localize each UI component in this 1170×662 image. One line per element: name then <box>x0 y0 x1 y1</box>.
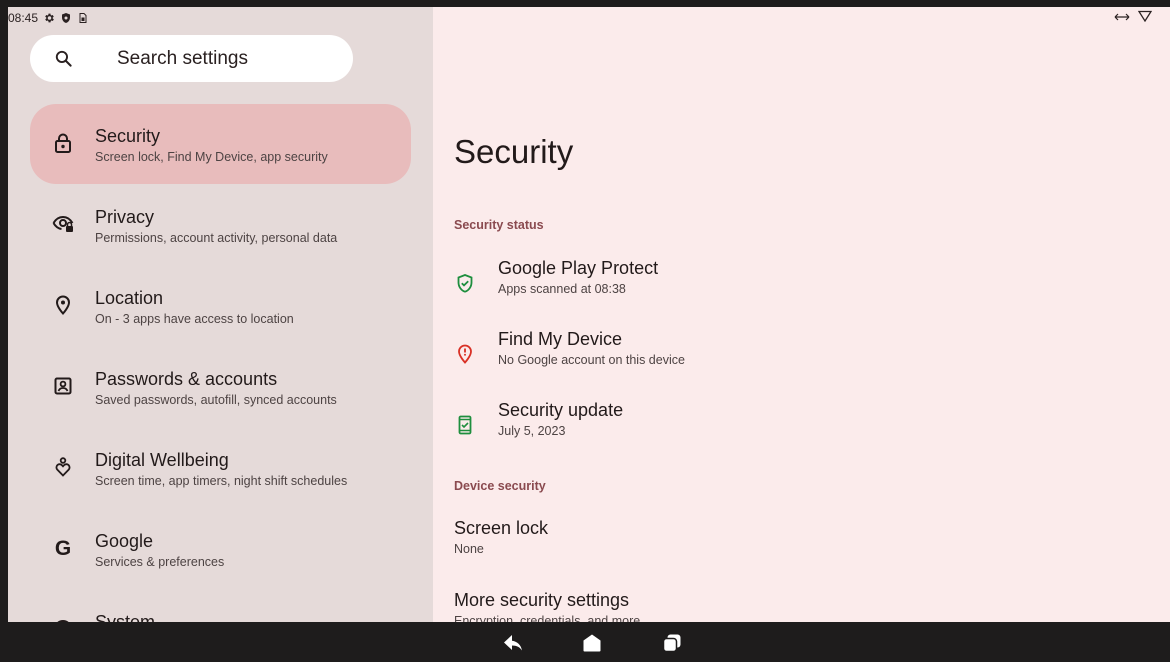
sidebar-item-subtitle: Services & preferences <box>95 555 225 569</box>
pref-title: Google Play Protect <box>498 258 659 278</box>
sidebar-item-title: Google <box>95 531 154 551</box>
pref-subtitle: Apps scanned at 08:38 <box>498 282 626 296</box>
lock-icon <box>52 132 74 154</box>
sim-status-icon <box>77 12 89 24</box>
shield-check-icon <box>454 271 476 295</box>
sidebar-item-title: Security <box>95 126 161 146</box>
pref-title: Screen lock <box>454 518 549 538</box>
pref-google-play-protect[interactable]: Google Play Protect Apps scanned at 08:3… <box>454 258 1144 318</box>
sidebar-item-title: System <box>95 612 156 622</box>
google-g-glyph: G <box>54 536 72 560</box>
sidebar-item-system[interactable]: System <box>30 590 411 622</box>
settings-screen: 08:45 Search settings Security Screen lo… <box>8 7 1170 622</box>
data-transfer-status-icon <box>1114 9 1130 27</box>
search-placeholder: Search settings <box>117 48 248 69</box>
sidebar-item-title: Digital Wellbeing <box>95 450 229 470</box>
search-icon <box>54 49 73 73</box>
privacy-eye-icon <box>52 213 74 235</box>
search-settings-field[interactable]: Search settings <box>30 35 353 82</box>
sidebar-item-passwords-accounts[interactable]: Passwords & accounts Saved passwords, au… <box>30 347 411 427</box>
pref-screen-lock[interactable]: Screen lock None <box>454 518 1144 578</box>
sidebar-item-title: Location <box>95 288 164 308</box>
pref-title: Security update <box>498 400 624 420</box>
pref-subtitle: No Google account on this device <box>498 353 685 367</box>
overview-button[interactable] <box>661 632 683 654</box>
status-bar-left: 08:45 <box>8 7 89 29</box>
pref-security-update[interactable]: Security update July 5, 2023 <box>454 400 1144 460</box>
status-time: 08:45 <box>8 11 39 25</box>
sidebar-item-subtitle: Screen lock, Find My Device, app securit… <box>95 150 328 164</box>
pref-find-my-device[interactable]: Find My Device No Google account on this… <box>454 329 1144 389</box>
settings-sidebar: 08:45 Search settings Security Screen lo… <box>8 7 433 622</box>
sidebar-item-privacy[interactable]: Privacy Permissions, account activity, p… <box>30 185 411 265</box>
settings-gear-status-icon <box>43 12 55 24</box>
sidebar-item-subtitle: Saved passwords, autofill, synced accoun… <box>95 393 337 407</box>
pref-title: Find My Device <box>498 329 623 349</box>
sidebar-item-subtitle: Screen time, app timers, night shift sch… <box>95 474 348 488</box>
sidebar-item-title: Passwords & accounts <box>95 369 278 389</box>
sidebar-item-location[interactable]: Location On - 3 apps have access to loca… <box>30 266 411 346</box>
location-pin-icon <box>52 294 74 316</box>
back-button[interactable] <box>502 632 524 654</box>
account-box-icon <box>52 375 74 397</box>
recent-apps-icon <box>662 634 681 653</box>
sidebar-item-title: Privacy <box>95 207 155 227</box>
status-bar-right <box>1114 9 1153 27</box>
home-button[interactable] <box>581 632 603 654</box>
page-title: Security <box>454 133 574 170</box>
section-label-security-status: Security status <box>454 218 544 232</box>
pref-subtitle: July 5, 2023 <box>498 424 566 438</box>
location-alert-icon <box>454 342 476 366</box>
home-icon <box>583 634 601 652</box>
pref-title: More security settings <box>454 590 630 610</box>
shield-status-icon <box>60 12 72 24</box>
back-arrow-icon <box>504 635 522 651</box>
section-label-device-security: Device security <box>454 479 546 493</box>
pref-more-security-settings[interactable]: More security settings Encryption, crede… <box>454 590 1144 622</box>
sidebar-item-google[interactable]: G Google Services & preferences <box>30 509 411 589</box>
sidebar-item-digital-wellbeing[interactable]: Digital Wellbeing Screen time, app timer… <box>30 428 411 508</box>
phone-check-icon <box>454 413 476 437</box>
wifi-status-icon <box>1137 9 1153 27</box>
wellbeing-heart-icon <box>52 456 74 478</box>
security-detail-pane: Security Security status Google Play Pro… <box>433 7 1170 622</box>
google-g-icon: G <box>52 537 74 559</box>
pref-subtitle: Encryption, credentials, and more <box>454 614 641 622</box>
pref-subtitle: None <box>454 542 484 556</box>
sidebar-item-security[interactable]: Security Screen lock, Find My Device, ap… <box>30 104 411 184</box>
system-navigation-bar <box>0 622 1170 662</box>
sidebar-item-subtitle: Permissions, account activity, personal … <box>95 231 338 245</box>
sidebar-item-subtitle: On - 3 apps have access to location <box>95 312 294 326</box>
